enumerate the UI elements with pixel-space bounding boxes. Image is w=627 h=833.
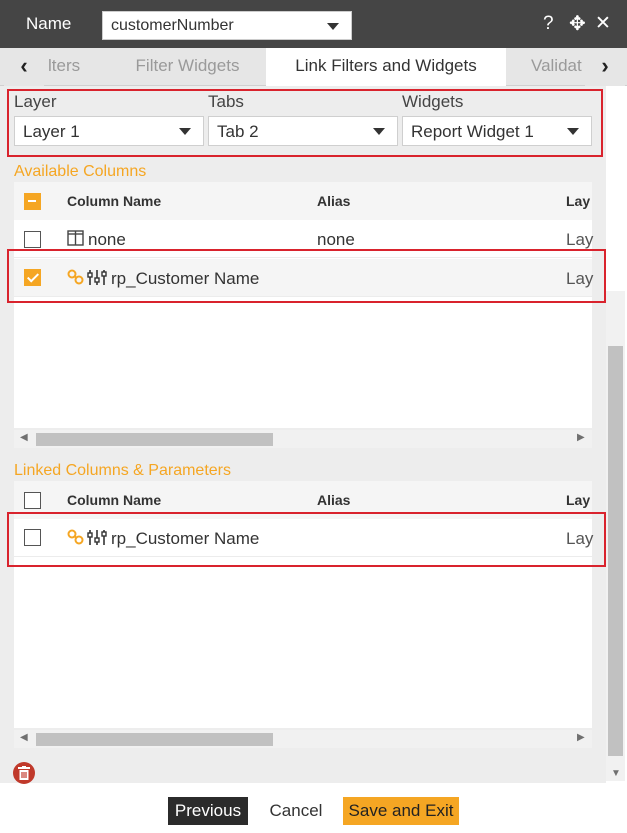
name-dropdown-value: customerNumber (111, 17, 234, 34)
row-checkbox[interactable] (24, 231, 41, 248)
linked-horizontal-scrollbar[interactable]: ◀ ▶ (14, 730, 592, 748)
name-dropdown[interactable]: customerNumber (102, 11, 352, 40)
alias-header[interactable]: Alias (317, 492, 350, 508)
tab-bar: lters Filter Widgets Link Filters and Wi… (0, 48, 627, 86)
available-select-all-checkbox[interactable] (24, 193, 41, 210)
tab-filters[interactable]: lters (40, 48, 100, 86)
chevron-down-icon (327, 23, 339, 30)
row-column-name: none (88, 230, 126, 249)
tab-link-filters-and-widgets[interactable]: Link Filters and Widgets (266, 48, 506, 86)
row-alias: none (317, 230, 355, 249)
dialog-header: Name customerNumber ? ✥ ✕ (0, 0, 627, 48)
name-label: Name (26, 14, 72, 33)
save-and-exit-button[interactable]: Save and Exit (343, 797, 459, 825)
row-layer: Lay (566, 230, 594, 249)
alias-header[interactable]: Alias (317, 193, 350, 209)
column-name-header[interactable]: Column Name (67, 193, 161, 209)
close-icon[interactable]: ✕ (595, 13, 611, 35)
scroll-left-icon[interactable]: ◀ (20, 732, 28, 743)
linked-columns-title: Linked Columns & Parameters (14, 462, 231, 479)
available-columns-title: Available Columns (14, 163, 147, 180)
delete-trash-icon[interactable] (13, 762, 35, 784)
move-icon[interactable]: ✥ (569, 13, 586, 35)
linked-select-all-checkbox[interactable] (24, 492, 41, 509)
scrollbar-thumb[interactable] (36, 733, 273, 746)
scroll-right-icon[interactable]: ▶ (577, 732, 585, 743)
vertical-scrollbar[interactable]: ▼ (606, 291, 625, 781)
layer-header[interactable]: Lay (566, 193, 590, 209)
scroll-right-icon[interactable]: ▶ (577, 432, 585, 443)
tab-validation[interactable]: Validat (506, 48, 586, 86)
available-horizontal-scrollbar[interactable]: ◀ ▶ (14, 430, 592, 448)
selected-row-highlight-box (7, 249, 606, 303)
scrollbar-thumb[interactable] (36, 433, 273, 446)
column-name-header[interactable]: Column Name (67, 492, 161, 508)
scroll-down-icon[interactable]: ▼ (611, 768, 621, 779)
selector-highlight-box (7, 89, 603, 157)
help-icon[interactable]: ? (543, 13, 554, 35)
linked-row-highlight-box (7, 512, 606, 567)
tab-next-arrow-icon[interactable]: › (585, 48, 625, 86)
tab-filter-widgets[interactable]: Filter Widgets (110, 48, 265, 86)
available-columns-header: Column Name Alias Lay (14, 182, 592, 220)
columns-icon (67, 230, 84, 251)
scrollbar-thumb[interactable] (608, 346, 623, 756)
tab-prev-arrow-icon[interactable]: ‹ (4, 48, 44, 86)
layer-header[interactable]: Lay (566, 492, 590, 508)
previous-button[interactable]: Previous (168, 797, 248, 825)
cancel-button[interactable]: Cancel (256, 797, 336, 825)
scroll-left-icon[interactable]: ◀ (20, 432, 28, 443)
